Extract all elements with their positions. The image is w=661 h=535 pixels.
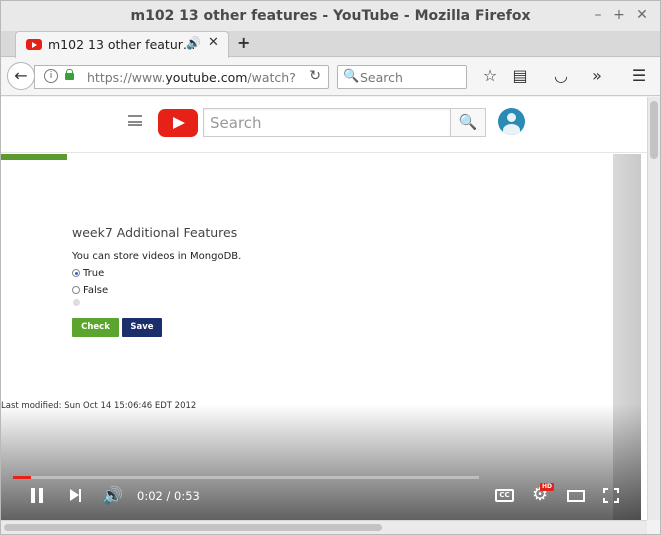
youtube-search-placeholder: Search bbox=[210, 114, 262, 132]
star-icon[interactable]: ☆ bbox=[479, 66, 501, 85]
theater-mode-icon[interactable] bbox=[567, 490, 585, 502]
guide-menu-icon[interactable] bbox=[128, 115, 142, 126]
close-window-button[interactable]: ✕ bbox=[634, 7, 650, 23]
video-player[interactable]: week7 Additional Features You can store … bbox=[1, 154, 641, 520]
menu-icon[interactable]: ☰ bbox=[628, 66, 650, 85]
url-prefix: https://www. bbox=[87, 70, 166, 85]
back-button[interactable]: ← bbox=[7, 62, 35, 90]
slide-green-strip bbox=[1, 154, 67, 160]
tab-close-icon[interactable]: ✕ bbox=[208, 35, 219, 50]
overflow-icon[interactable]: » bbox=[586, 66, 608, 85]
url-text[interactable]: https://www.youtube.com/watch? bbox=[87, 70, 296, 85]
vertical-scroll-thumb[interactable] bbox=[650, 101, 658, 159]
youtube-favicon-icon bbox=[26, 39, 42, 50]
firefox-window: m102 13 other features - YouTube - Mozil… bbox=[0, 0, 661, 535]
navigation-toolbar: ← i https://www.youtube.com/watch? ↻ 🔍 S… bbox=[1, 58, 660, 96]
browser-search-field[interactable]: 🔍 Search bbox=[337, 65, 467, 89]
slide-title: week7 Additional Features bbox=[72, 225, 238, 240]
search-icon: 🔍 bbox=[343, 69, 360, 84]
maximize-button[interactable]: + bbox=[611, 7, 627, 23]
tab-audio-icon[interactable]: 🔊 bbox=[186, 36, 201, 50]
youtube-masthead: Search 🔍 bbox=[1, 97, 647, 153]
check-button: Check bbox=[72, 318, 119, 337]
youtube-search-button[interactable]: 🔍 bbox=[450, 108, 486, 137]
avatar[interactable] bbox=[498, 108, 525, 135]
reload-icon[interactable]: ↻ bbox=[309, 68, 321, 84]
radio-true bbox=[72, 269, 80, 277]
pocket-icon[interactable]: ◡ bbox=[550, 66, 572, 85]
horizontal-scroll-thumb[interactable] bbox=[4, 524, 382, 531]
horizontal-scrollbar[interactable] bbox=[1, 520, 647, 534]
minimize-button[interactable]: – bbox=[590, 7, 606, 23]
url-domain: youtube.com bbox=[165, 70, 248, 85]
url-bar[interactable]: i https://www.youtube.com/watch? ↻ bbox=[34, 65, 329, 89]
option-true-label: True bbox=[83, 268, 105, 279]
captions-icon[interactable]: CC bbox=[495, 489, 514, 502]
reader-icon[interactable]: ▤ bbox=[509, 66, 531, 85]
radio-empty bbox=[73, 299, 80, 306]
window-title: m102 13 other features - YouTube - Mozil… bbox=[130, 8, 531, 24]
tab-youtube[interactable]: m102 13 other featur… 🔊 ✕ bbox=[15, 31, 229, 58]
youtube-logo[interactable] bbox=[158, 109, 198, 137]
option-false: False bbox=[72, 285, 108, 296]
progress-played bbox=[13, 476, 31, 479]
title-bar: m102 13 other features - YouTube - Mozil… bbox=[1, 1, 660, 31]
lock-icon bbox=[65, 69, 74, 80]
option-true: True bbox=[72, 268, 104, 279]
youtube-search-input[interactable]: Search bbox=[203, 108, 451, 137]
fullscreen-icon[interactable] bbox=[603, 488, 619, 503]
time-display: 0:02 / 0:53 bbox=[137, 489, 200, 503]
tab-title: m102 13 other featur… bbox=[48, 37, 196, 52]
site-info-icon[interactable]: i bbox=[44, 69, 58, 83]
tab-strip: m102 13 other featur… 🔊 ✕ + bbox=[1, 31, 660, 58]
radio-false bbox=[72, 286, 80, 294]
pause-icon[interactable] bbox=[29, 487, 45, 503]
hd-badge: HD bbox=[540, 483, 555, 491]
url-suffix: /watch? bbox=[247, 70, 296, 85]
option-false-label: False bbox=[83, 285, 109, 296]
new-tab-button[interactable]: + bbox=[237, 33, 250, 52]
next-icon[interactable] bbox=[69, 489, 83, 502]
page-content: Search 🔍 week7 Additional Features You c… bbox=[1, 97, 647, 520]
vertical-scrollbar[interactable] bbox=[647, 97, 660, 520]
volume-icon[interactable]: 🔊 bbox=[102, 486, 123, 506]
browser-search-placeholder: Search bbox=[360, 70, 403, 85]
slide-question: You can store videos in MongoDB. bbox=[72, 251, 242, 262]
progress-bar[interactable] bbox=[13, 476, 479, 479]
save-button: Save bbox=[122, 318, 162, 337]
